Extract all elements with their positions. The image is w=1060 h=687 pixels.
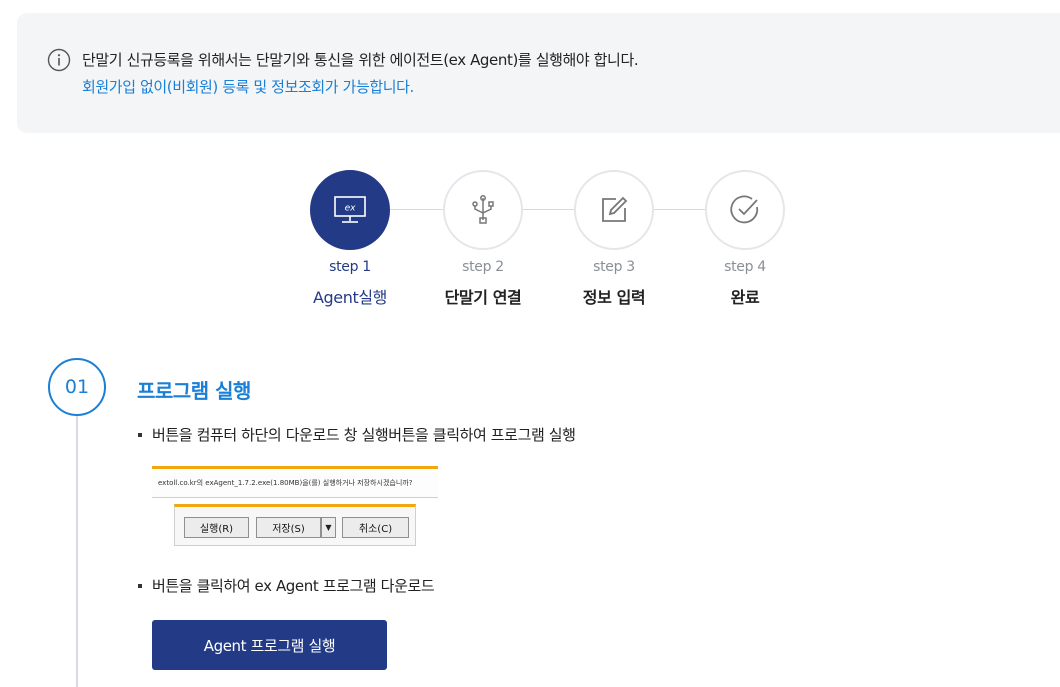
step-3-circle [574, 170, 654, 250]
run-button-image: 실행(R) [184, 517, 249, 538]
timeline-line [76, 416, 78, 687]
ex-monitor-icon: ex [334, 196, 366, 223]
step-4-number: step 4 [724, 259, 766, 275]
step-3-number: step 3 [593, 259, 635, 275]
download-prompt-buttons: 실행(R) 저장(S) ▼ 취소(C) [174, 504, 416, 546]
save-button-image: 저장(S) [256, 517, 321, 538]
agent-program-run-button[interactable]: Agent 프로그램 실행 [152, 620, 387, 670]
step-2-circle [443, 170, 523, 250]
usb-icon [472, 195, 494, 224]
download-prompt-message: extoll.co.kr의 exAgent_1.7.2.exe(1.80MB)을… [158, 479, 413, 487]
step-3-label: 정보 입력 [582, 288, 646, 307]
notice-box [17, 13, 1060, 133]
step-2-label: 단말기 연결 [444, 288, 522, 307]
step-connector [521, 209, 576, 210]
step-connector [652, 209, 707, 210]
instruction-run-program: 버튼을 컴퓨터 하단의 다운로드 창 실행버튼을 클릭하여 프로그램 실행 [138, 426, 576, 444]
step-4-circle [705, 170, 785, 250]
info-circle-icon [47, 48, 71, 72]
cancel-button-image: 취소(C) [342, 517, 409, 538]
section-title: 프로그램 실행 [137, 379, 251, 403]
chevron-down-icon: ▼ [321, 517, 336, 538]
step-connector [390, 209, 445, 210]
instruction-download-agent: 버튼을 클릭하여 ex Agent 프로그램 다운로드 [137, 577, 435, 595]
section-number-badge: 01 [48, 358, 106, 416]
check-circle-icon [730, 195, 759, 224]
svg-text:ex: ex [345, 204, 357, 214]
edit-icon [602, 196, 628, 222]
step-1-number: step 1 [329, 259, 371, 275]
notice-highlight-text: 회원가입 없이(비회원) 등록 및 정보조회가 가능합니다. [82, 78, 414, 96]
notice-text: 단말기 신규등록을 위해서는 단말기와 통신을 위한 에이전트(ex Agent… [82, 51, 639, 69]
step-4-label: 완료 [730, 288, 760, 307]
step-1-label: Agent실행 [313, 288, 387, 307]
step-2-number: step 2 [462, 259, 504, 275]
step-1-circle: ex [310, 170, 390, 250]
download-prompt-bar: extoll.co.kr의 exAgent_1.7.2.exe(1.80MB)을… [152, 466, 438, 498]
